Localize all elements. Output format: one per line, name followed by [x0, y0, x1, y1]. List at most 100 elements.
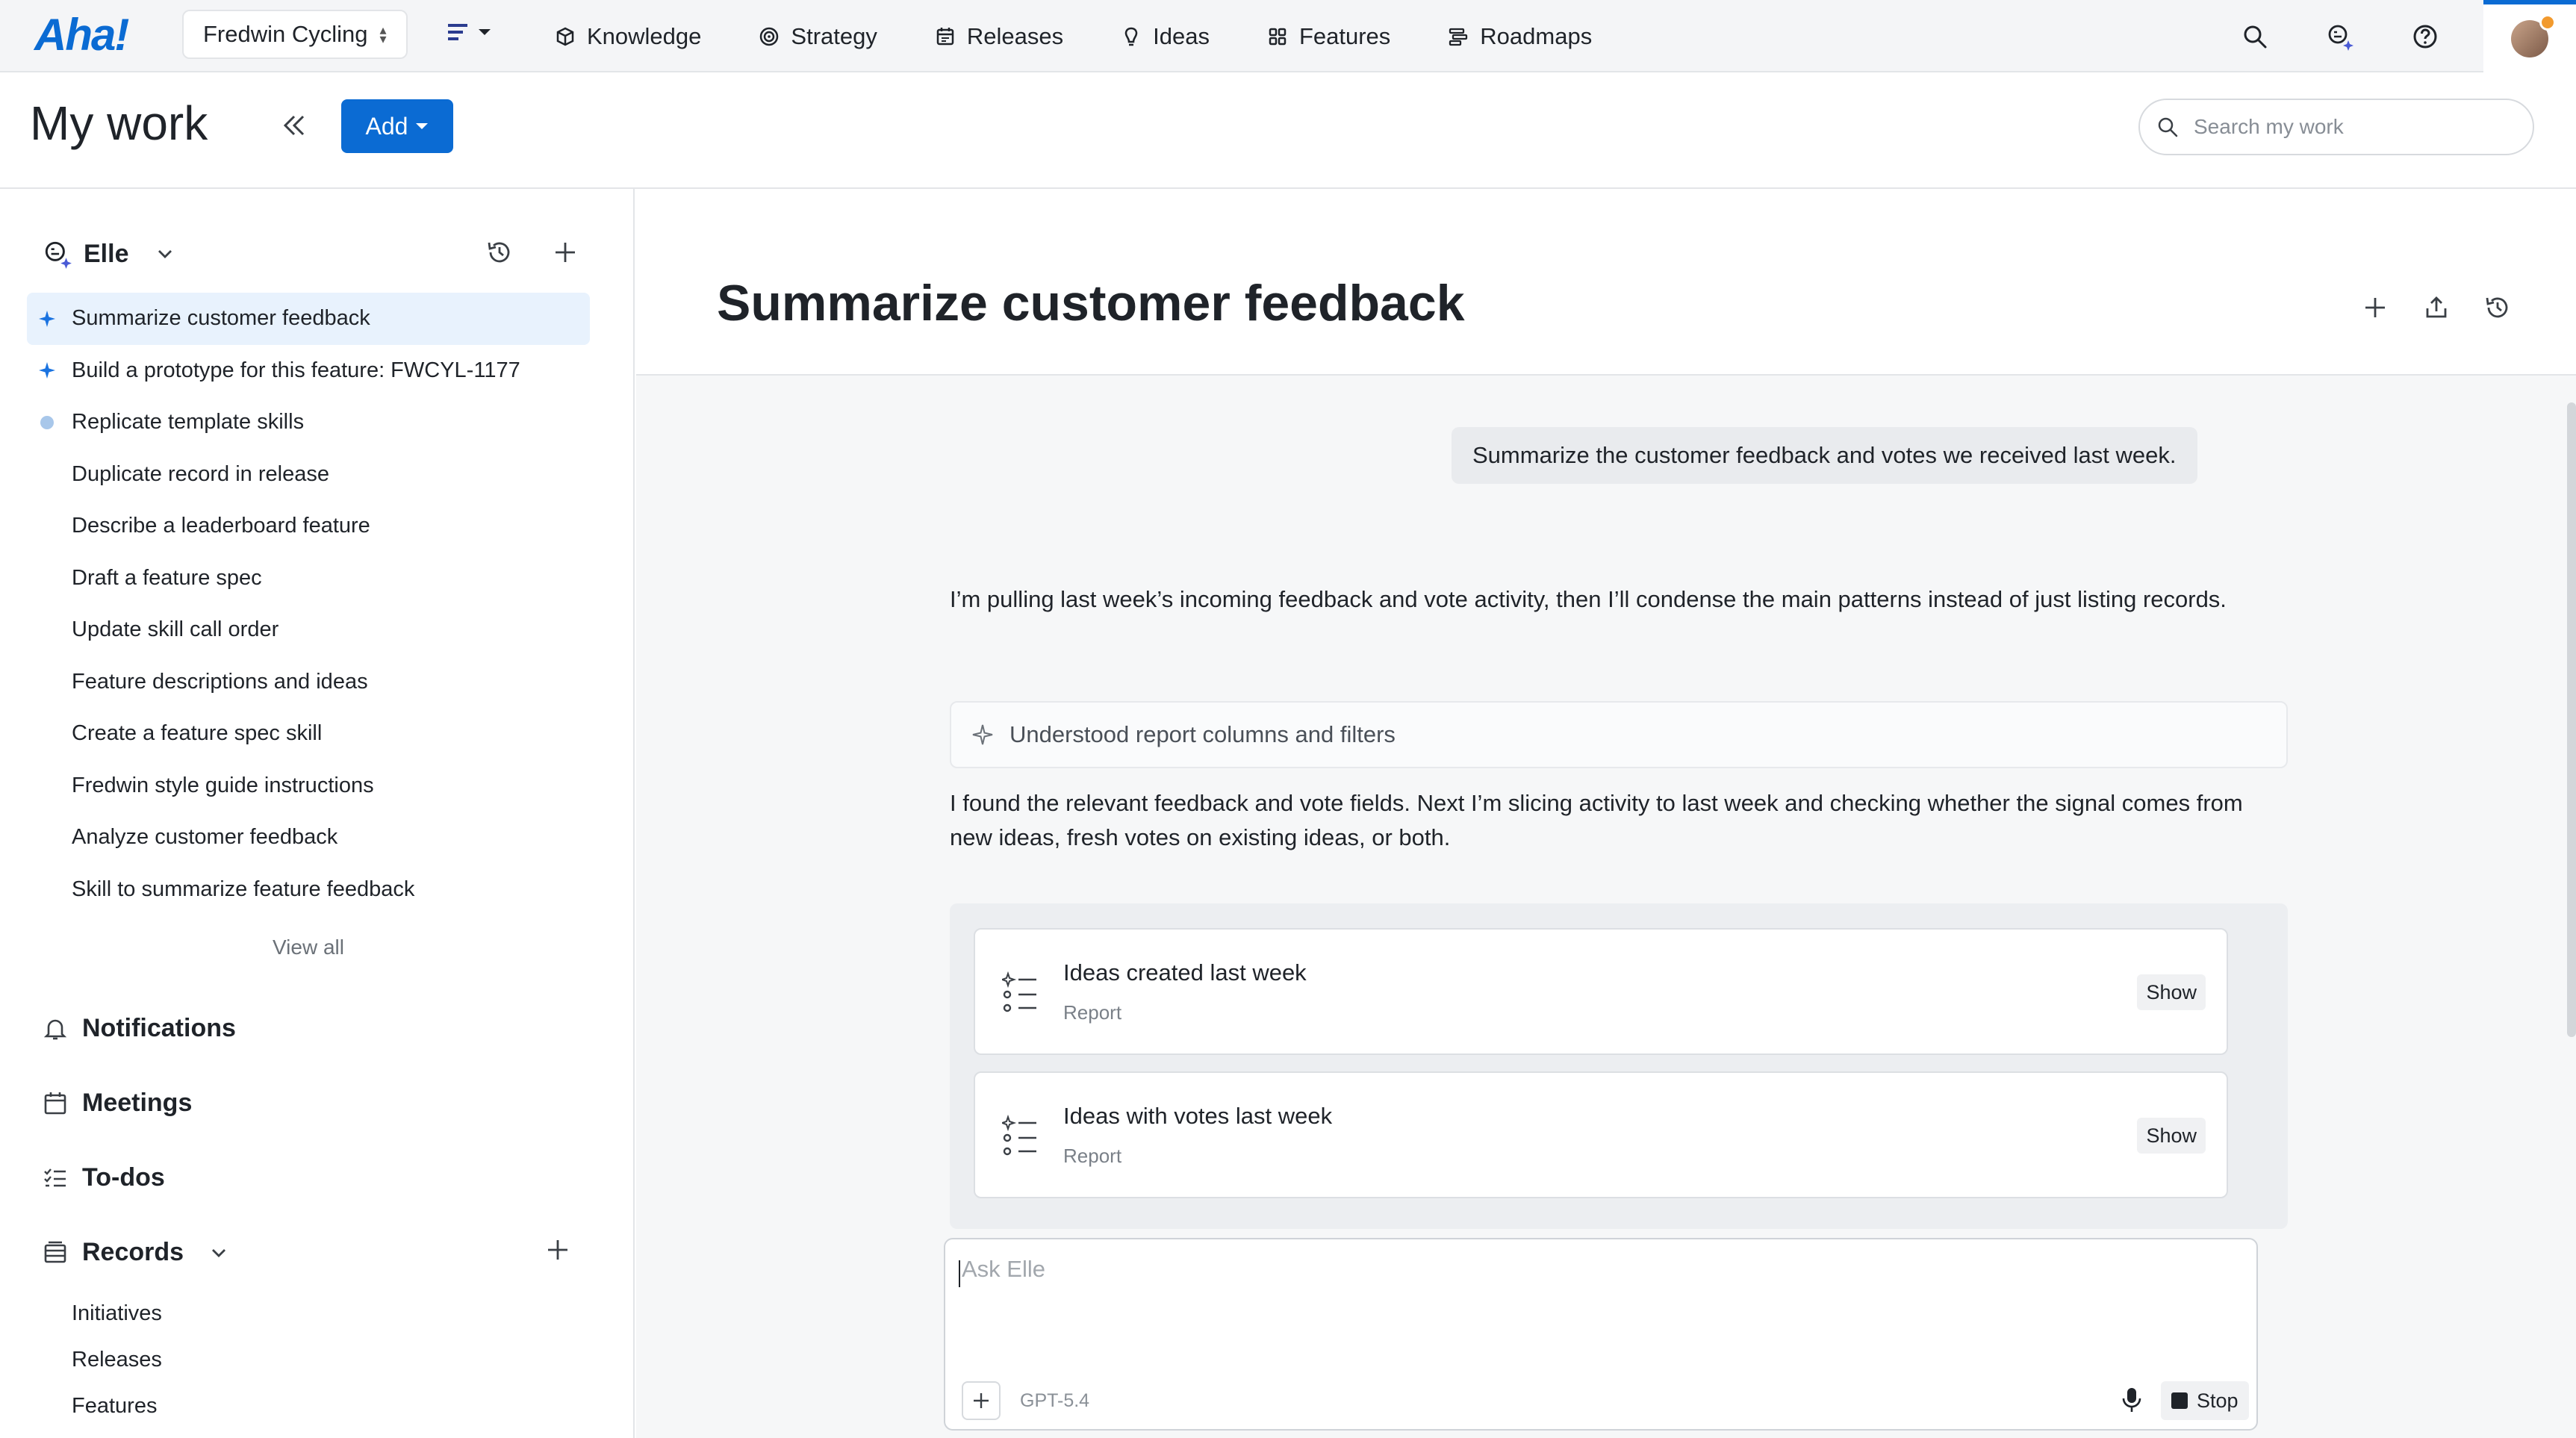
- sidebar: Elle Summarize customer feedback Build a …: [0, 189, 635, 1438]
- nav-knowledge[interactable]: Knowledge: [554, 23, 701, 50]
- record-initiatives[interactable]: Initiatives: [72, 1301, 162, 1326]
- workspace-select[interactable]: Fredwin Cycling ▴ ▾: [182, 10, 408, 59]
- ai-assistant-button[interactable]: [2319, 16, 2361, 57]
- checklist-icon: [44, 1168, 66, 1186]
- chat-header: Summarize customer feedback: [636, 189, 2576, 376]
- top-nav: Aha! Fredwin Cycling ▴ ▾ Knowledge Strate…: [0, 0, 2576, 72]
- empty-marker: [37, 724, 57, 744]
- search-icon: [2244, 25, 2267, 48]
- history-icon[interactable]: [485, 238, 514, 267]
- chat-history-item[interactable]: Describe a leaderboard feature: [27, 500, 590, 553]
- knowledge-icon: [556, 27, 574, 46]
- add-button[interactable]: Add: [341, 99, 453, 153]
- records-section[interactable]: Records: [42, 1238, 230, 1267]
- nav-releases[interactable]: Releases: [934, 23, 1063, 50]
- collapse-sidebar-button[interactable]: [278, 109, 311, 142]
- chat-history-item[interactable]: Feature descriptions and ideas: [27, 656, 590, 709]
- elle-header[interactable]: Elle: [42, 238, 176, 270]
- empty-marker: [37, 828, 57, 847]
- empty-marker: [37, 620, 57, 640]
- notification-dot-icon: [2539, 13, 2556, 31]
- chat-history-item[interactable]: Replicate template skills: [27, 396, 590, 449]
- report-card[interactable]: Ideas created last week Report Show: [974, 928, 2228, 1055]
- chat-history-item[interactable]: Fredwin style guide instructions: [27, 760, 590, 812]
- chat-history-item[interactable]: Analyze customer feedback: [27, 812, 590, 864]
- chat-history-label: Feature descriptions and ideas: [72, 669, 368, 694]
- scrollbar[interactable]: [2567, 402, 2576, 1037]
- add-record-icon[interactable]: [544, 1236, 572, 1264]
- chat-history-item[interactable]: Summarize customer feedback: [27, 293, 590, 345]
- caret-down-icon: [416, 123, 429, 129]
- chat-history-label: Replicate template skills: [72, 410, 305, 435]
- ai-assistant-icon: [45, 241, 72, 269]
- assistant-message-2: I found the relevant feedback and vote f…: [950, 790, 2243, 850]
- show-report-button[interactable]: Show: [2137, 974, 2206, 1010]
- elle-actions: [485, 238, 579, 267]
- calendar-icon: [936, 27, 954, 45]
- model-selector[interactable]: GPT-5.4: [1020, 1390, 1089, 1412]
- chat-history-label: Summarize customer feedback: [72, 306, 370, 331]
- nav-roadmaps[interactable]: Roadmaps: [1447, 23, 1592, 50]
- chat-history-label: Fredwin style guide instructions: [72, 773, 374, 797]
- main-menu-button[interactable]: [448, 21, 491, 43]
- nav-items: Knowledge Strategy Releases Ideas Featur…: [554, 0, 1649, 72]
- chat-history-item[interactable]: Draft a feature spec: [27, 553, 590, 605]
- search-my-work[interactable]: Search my work: [2138, 99, 2534, 155]
- avatar: [2511, 13, 2556, 57]
- todos-section[interactable]: To-dos: [42, 1163, 165, 1192]
- chat-history-item[interactable]: Skill to summarize feature feedback: [27, 864, 590, 916]
- chat-history-label: Duplicate record in release: [72, 461, 329, 486]
- plus-icon: [974, 1393, 989, 1408]
- unread-dot-icon: [37, 413, 57, 432]
- share-upload-icon[interactable]: [2422, 293, 2451, 322]
- lightbulb-icon: [1124, 27, 1138, 46]
- chevron-down-icon[interactable]: [208, 1242, 230, 1264]
- chat-composer: GPT-5.4 Stop: [944, 1238, 2258, 1431]
- chevron-down-icon[interactable]: [154, 243, 176, 265]
- user-menu[interactable]: [2483, 0, 2576, 72]
- reasoning-step[interactable]: Understood report columns and filters: [950, 701, 2288, 768]
- grid-icon: [1269, 28, 1287, 45]
- chat-list: Summarize customer feedback Build a proto…: [27, 293, 590, 915]
- chat-panel: Summarize customer feedback Summarize th…: [636, 189, 2576, 1438]
- notifications-section[interactable]: Notifications: [42, 1014, 236, 1043]
- calendar-icon: [44, 1092, 66, 1114]
- help-button[interactable]: [2404, 16, 2446, 57]
- chat-actions: [2361, 293, 2512, 322]
- plus-icon[interactable]: [2361, 293, 2389, 322]
- global-search-button[interactable]: [2234, 16, 2276, 57]
- record-features[interactable]: Features: [72, 1394, 157, 1419]
- nav-features[interactable]: Features: [1266, 23, 1390, 50]
- history-icon[interactable]: [2483, 293, 2512, 322]
- empty-marker: [37, 880, 57, 899]
- user-message: Summarize the customer feedback and vote…: [1452, 427, 2197, 484]
- workspace-name: Fredwin Cycling: [203, 21, 368, 47]
- report-type: Report: [1063, 1001, 1122, 1024]
- report-list-icon: [1002, 971, 1036, 1012]
- show-report-button[interactable]: Show: [2137, 1118, 2206, 1154]
- aha-logo[interactable]: Aha!: [34, 9, 129, 60]
- report-card[interactable]: Ideas with votes last week Report Show: [974, 1071, 2228, 1198]
- sparkle-icon: [37, 309, 57, 329]
- nav-right: [2191, 0, 2576, 72]
- attach-button[interactable]: [962, 1381, 1001, 1420]
- sparkle-icon: [972, 724, 993, 745]
- chat-history-item[interactable]: Build a prototype for this feature: FWCY…: [27, 345, 590, 397]
- ask-elle-input[interactable]: [962, 1256, 2231, 1345]
- chat-history-label: Update skill call order: [72, 617, 279, 642]
- plus-icon[interactable]: [551, 238, 579, 267]
- bell-icon: [43, 1019, 67, 1039]
- chat-title: Summarize customer feedback: [717, 275, 1465, 332]
- nav-strategy[interactable]: Strategy: [758, 23, 877, 50]
- chat-history-item[interactable]: Update skill call order: [27, 604, 590, 656]
- record-releases[interactable]: Releases: [72, 1348, 162, 1372]
- chat-history-item[interactable]: Duplicate record in release: [27, 449, 590, 501]
- empty-marker: [37, 776, 57, 795]
- stop-button[interactable]: Stop: [2161, 1381, 2249, 1420]
- nav-ideas[interactable]: Ideas: [1120, 23, 1210, 50]
- chat-history-item[interactable]: Create a feature spec skill: [27, 708, 590, 760]
- view-all-link[interactable]: View all: [0, 936, 617, 959]
- search-placeholder: Search my work: [2194, 115, 2344, 138]
- meetings-section[interactable]: Meetings: [42, 1089, 192, 1118]
- microphone-icon[interactable]: [2121, 1385, 2143, 1415]
